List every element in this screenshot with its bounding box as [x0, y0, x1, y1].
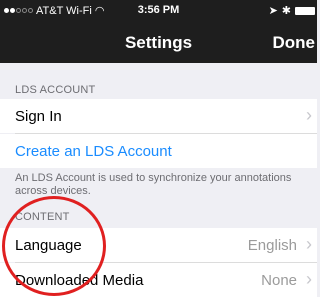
- chevron-right-icon: ›: [306, 234, 312, 254]
- lds-account-footer-text: An LDS Account is used to synchronize yo…: [15, 172, 292, 197]
- sign-in-cell[interactable]: Sign In ›: [0, 99, 317, 133]
- lds-account-section-header: LDS ACCOUNT: [15, 84, 96, 96]
- sign-in-label: Sign In: [15, 108, 62, 125]
- status-right: ➤ ✱: [269, 4, 315, 17]
- bluetooth-icon: ✱: [281, 5, 291, 17]
- location-arrow-icon: ➤: [268, 5, 278, 17]
- page-title: Settings: [124, 33, 193, 52]
- status-bar: AT&T Wi-Fi ◠ 3:56 PM ➤ ✱: [0, 0, 317, 20]
- downloaded-media-value: None: [261, 272, 297, 289]
- done-button[interactable]: Done: [273, 33, 316, 53]
- create-account-link[interactable]: Create an LDS Account: [15, 143, 172, 160]
- create-account-cell[interactable]: Create an LDS Account: [0, 134, 317, 168]
- battery-icon: [295, 6, 315, 15]
- chevron-right-icon: ›: [306, 269, 312, 289]
- language-value: English: [247, 237, 297, 254]
- chevron-right-icon: ›: [306, 105, 312, 125]
- highlight-circle-annotation: [2, 196, 106, 296]
- navigation-header: AT&T Wi-Fi ◠ 3:56 PM ➤ ✱ Settings Done: [0, 0, 317, 63]
